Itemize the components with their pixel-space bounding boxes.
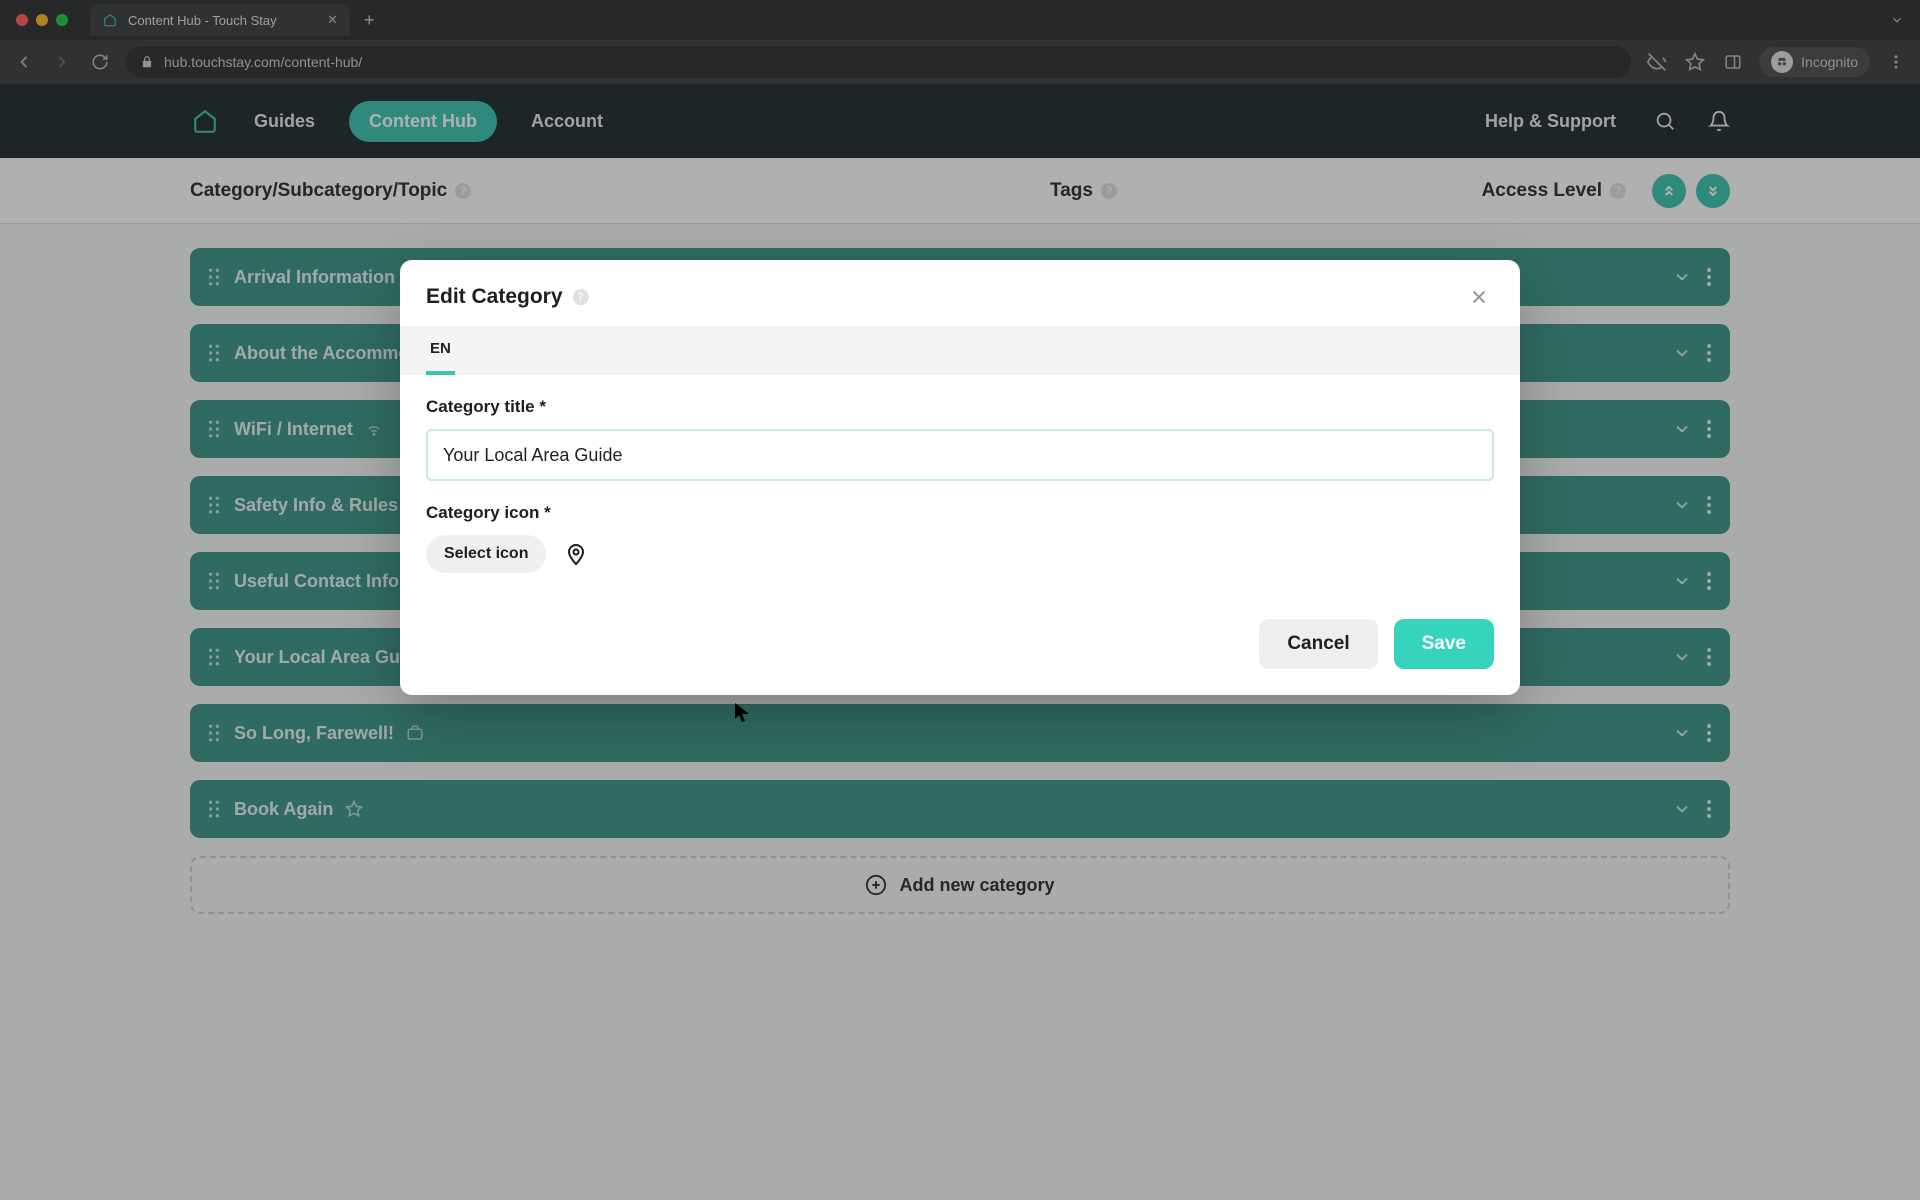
edit-category-modal: Edit Category ? EN Category title * Cate… (400, 260, 1520, 695)
save-button[interactable]: Save (1394, 619, 1494, 669)
pin-icon (564, 542, 588, 566)
close-icon[interactable] (1464, 282, 1494, 312)
select-icon-button[interactable]: Select icon (426, 535, 546, 573)
lang-tab-en[interactable]: EN (426, 326, 455, 375)
cancel-button[interactable]: Cancel (1259, 619, 1377, 669)
language-tabs: EN (400, 326, 1520, 375)
modal-overlay[interactable]: Edit Category ? EN Category title * Cate… (0, 0, 1920, 1200)
category-icon-label: Category icon * (426, 503, 1494, 523)
category-title-input[interactable] (426, 429, 1494, 481)
modal-title: Edit Category (426, 285, 563, 309)
category-title-label: Category title * (426, 397, 1494, 417)
help-icon[interactable]: ? (573, 289, 589, 305)
